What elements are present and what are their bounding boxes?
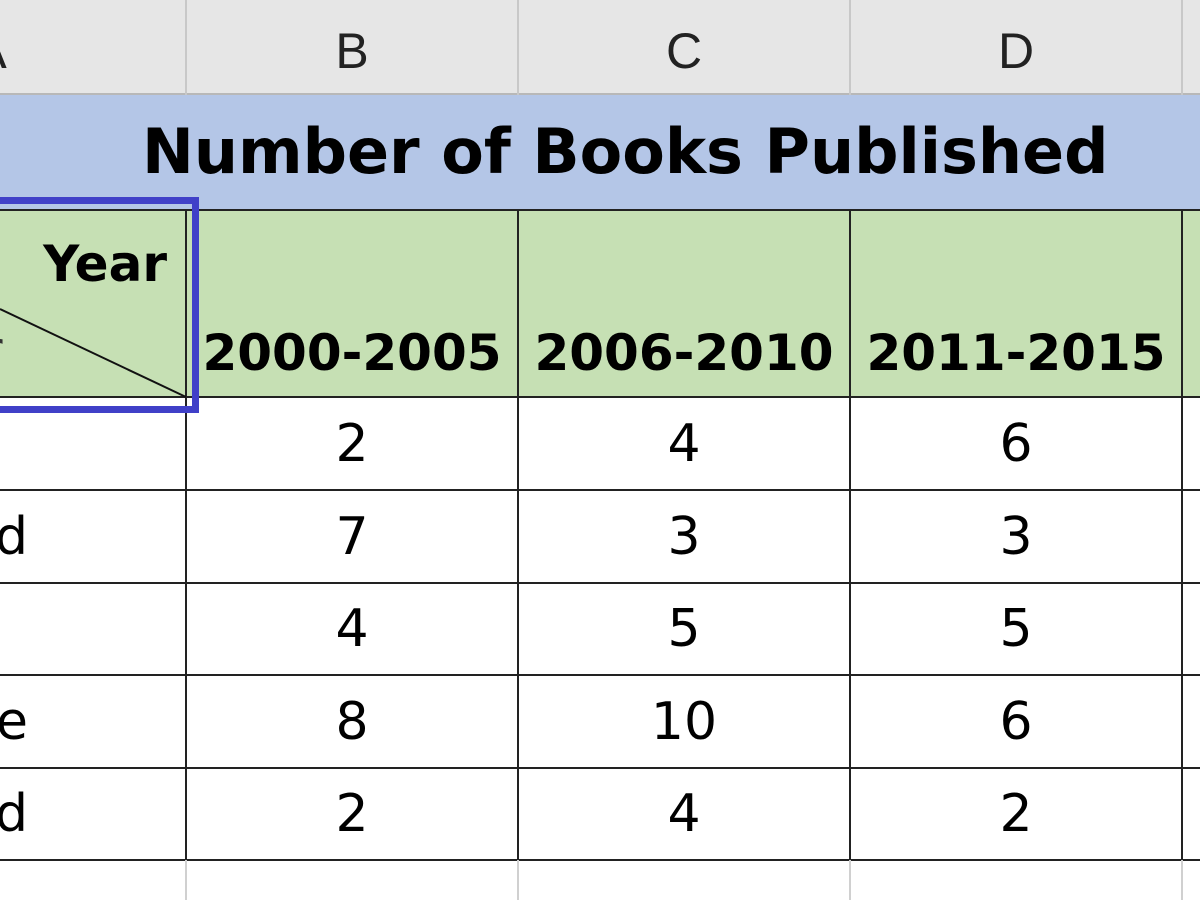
gridline — [1181, 860, 1183, 900]
table-cell[interactable]: d — [0, 769, 187, 861]
column-header-d[interactable]: D — [850, 0, 1182, 95]
column-header-a[interactable]: A — [0, 0, 186, 95]
table-cell[interactable]: 7 — [187, 491, 519, 584]
table-cell[interactable]: 8 — [187, 676, 519, 769]
table-cell[interactable] — [1183, 491, 1200, 584]
table-cell[interactable] — [1183, 398, 1200, 491]
cell-value: 6 — [999, 413, 1033, 474]
table-cell[interactable]: 4 — [519, 769, 851, 861]
header-cell-b[interactable]: 2000-2005 — [187, 211, 519, 398]
period-label: 2011-2015 — [866, 324, 1166, 382]
period-label: 2006-2010 — [534, 324, 834, 382]
table-cell[interactable]: 3 — [519, 491, 851, 584]
table-cell[interactable]: 5 — [851, 584, 1183, 676]
column-divider[interactable] — [1181, 0, 1183, 95]
table-title: Number of Books Published — [142, 115, 1109, 188]
cell-value: 2 — [999, 784, 1033, 844]
column-header-label: D — [997, 23, 1035, 79]
column-header-label: B — [335, 23, 369, 79]
table-cell[interactable]: e — [0, 676, 187, 769]
column-header-label: C — [665, 23, 703, 79]
column-header-c[interactable]: C — [518, 0, 850, 95]
table-cell[interactable] — [0, 584, 187, 676]
header-cell-e[interactable] — [1183, 211, 1200, 398]
cell-selection-border — [0, 197, 199, 413]
column-divider[interactable] — [185, 0, 187, 95]
table-cell[interactable] — [1183, 584, 1200, 676]
table-cell[interactable] — [1183, 769, 1200, 861]
cell-value: 2 — [335, 784, 369, 844]
table-cell[interactable]: 6 — [851, 398, 1183, 491]
table-cell[interactable]: 2 — [187, 769, 519, 861]
row-label: d — [0, 784, 28, 844]
cell-value: 4 — [667, 413, 701, 474]
column-header-b[interactable]: B — [186, 0, 518, 95]
table-cell[interactable]: 2 — [187, 398, 519, 491]
column-divider[interactable] — [517, 0, 519, 95]
column-divider[interactable] — [849, 0, 851, 95]
column-header-label: A — [0, 22, 20, 80]
cell-value: 10 — [650, 691, 718, 752]
column-header-e[interactable] — [1182, 0, 1200, 95]
table-cell[interactable]: 2 — [851, 769, 1183, 861]
table-cell[interactable]: 6 — [851, 676, 1183, 769]
cell-value: 8 — [335, 691, 369, 752]
row-label: d — [0, 507, 28, 567]
cell-value: 2 — [335, 413, 369, 474]
table-cell[interactable]: d — [0, 491, 187, 584]
gridline — [185, 860, 187, 900]
gridline — [517, 860, 519, 900]
cell-value: 5 — [667, 599, 701, 659]
period-label: 2000-2005 — [202, 324, 502, 382]
table-cell[interactable]: 10 — [519, 676, 851, 769]
table-cell[interactable]: 5 — [519, 584, 851, 676]
table-cell[interactable]: 4 — [187, 584, 519, 676]
cell-value: 3 — [999, 506, 1033, 567]
cell-value: 4 — [335, 599, 369, 659]
cell-value: 7 — [335, 506, 369, 567]
title-cell[interactable]: Number of Books Published — [0, 95, 1200, 211]
cell-value: 4 — [667, 784, 701, 844]
header-cell-c[interactable]: 2006-2010 — [519, 211, 851, 398]
row-label: e — [0, 692, 28, 752]
cell-value: 3 — [667, 506, 701, 567]
cell-value: 6 — [999, 691, 1033, 752]
table-cell[interactable]: 3 — [851, 491, 1183, 584]
gridline — [849, 860, 851, 900]
header-cell-d[interactable]: 2011-2015 — [851, 211, 1183, 398]
table-cell[interactable]: 4 — [519, 398, 851, 491]
cell-value: 5 — [999, 599, 1033, 659]
table-cell[interactable] — [1183, 676, 1200, 769]
